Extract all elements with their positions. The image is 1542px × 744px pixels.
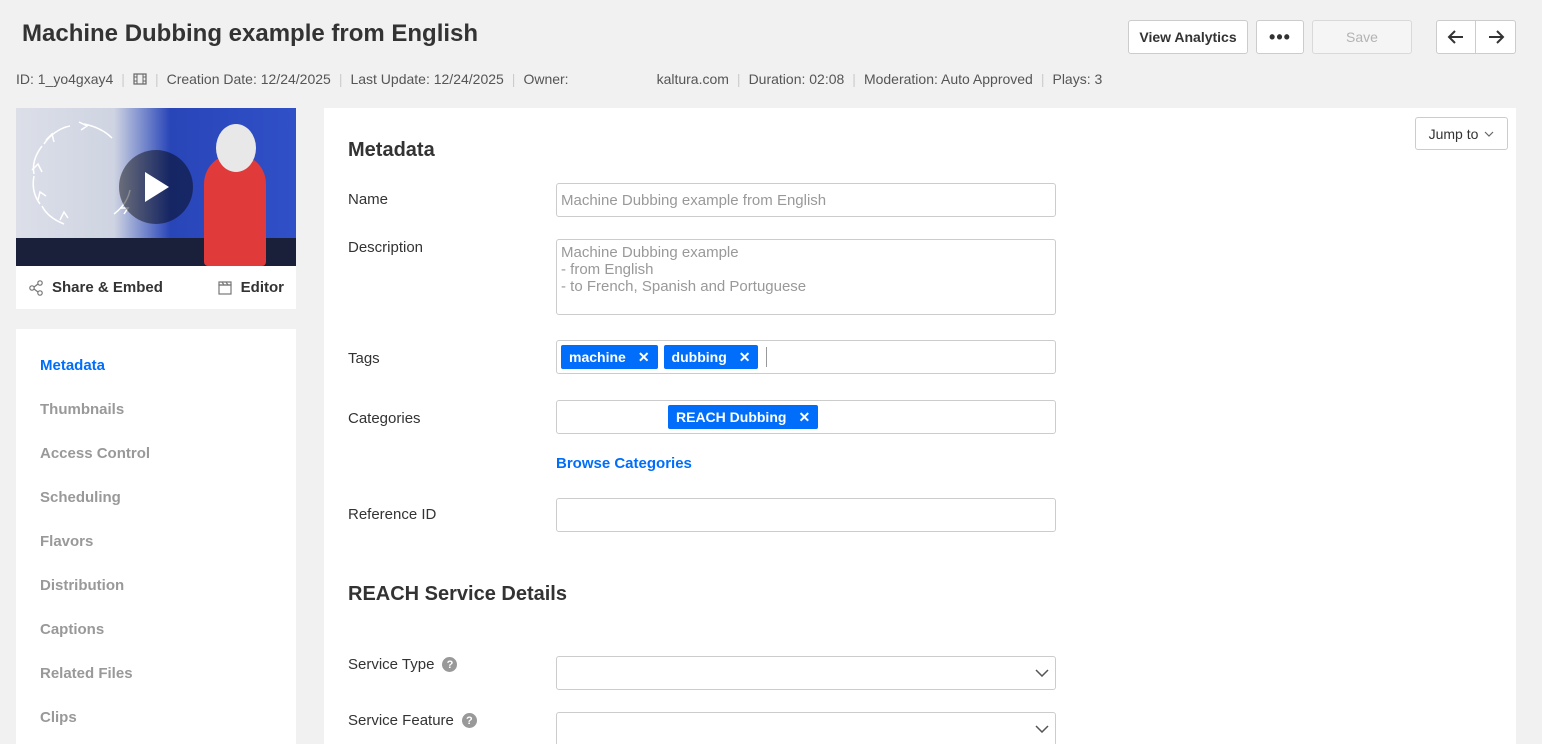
plays-count: Plays: 3 bbox=[1052, 71, 1103, 87]
name-label: Name bbox=[348, 191, 389, 208]
share-embed-label: Share & Embed bbox=[52, 279, 163, 296]
arrow-right-icon bbox=[1488, 30, 1504, 44]
header-actions: View Analytics ••• Save bbox=[1128, 20, 1516, 54]
sidebar-item-scheduling[interactable]: Scheduling bbox=[16, 475, 296, 519]
categories-input[interactable]: REACH Dubbing ✕ bbox=[556, 400, 1056, 434]
more-actions-button[interactable]: ••• bbox=[1256, 20, 1304, 54]
moderation-status: Moderation: Auto Approved bbox=[863, 71, 1033, 87]
browse-categories-link[interactable]: Browse Categories bbox=[556, 455, 692, 472]
previous-entry-button[interactable] bbox=[1436, 20, 1476, 54]
service-feature-text: Service Feature bbox=[348, 712, 454, 729]
sidebar-item-captions[interactable]: Captions bbox=[16, 607, 296, 651]
duration: Duration: 02:08 bbox=[748, 71, 845, 87]
share-icon bbox=[29, 279, 43, 296]
close-icon[interactable]: ✕ bbox=[638, 349, 650, 366]
entry-meta-line: ID: 1_yo4gxay4 | | Creation Date: 12/24/… bbox=[16, 71, 1103, 87]
tag-chip-label: dubbing bbox=[671, 349, 727, 365]
jump-to-dropdown[interactable]: Jump to bbox=[1415, 117, 1508, 150]
tags-input[interactable]: machine ✕ dubbing ✕ bbox=[556, 340, 1056, 374]
chevron-down-icon bbox=[1035, 669, 1049, 677]
help-icon[interactable]: ? bbox=[461, 713, 477, 728]
chevron-down-icon bbox=[1035, 725, 1049, 733]
help-icon[interactable]: ? bbox=[442, 657, 458, 672]
editor-label: Editor bbox=[240, 279, 284, 296]
section-nav: Metadata Thumbnails Access Control Sched… bbox=[16, 329, 296, 744]
metadata-heading: Metadata bbox=[348, 139, 435, 161]
service-feature-label: Service Feature ? bbox=[348, 712, 477, 729]
owner-label: Owner: bbox=[523, 71, 569, 87]
owner-domain: kaltura.com bbox=[656, 71, 729, 87]
service-type-select[interactable] bbox=[556, 656, 1056, 690]
editor-button[interactable]: Editor bbox=[217, 279, 284, 296]
close-icon[interactable]: ✕ bbox=[739, 349, 751, 366]
reference-id-input[interactable] bbox=[556, 498, 1056, 532]
sidebar-item-access-control[interactable]: Access Control bbox=[16, 431, 296, 475]
entry-id: ID: 1_yo4gxay4 bbox=[16, 71, 114, 87]
close-icon[interactable]: ✕ bbox=[798, 409, 810, 426]
sidebar-item-clips[interactable]: Clips bbox=[16, 695, 296, 739]
video-film-icon bbox=[133, 73, 147, 85]
sidebar-item-metadata[interactable]: Metadata bbox=[16, 343, 296, 387]
play-icon bbox=[145, 172, 169, 202]
entry-navigation bbox=[1436, 20, 1516, 54]
service-type-text: Service Type bbox=[348, 656, 435, 673]
arrow-left-icon bbox=[1447, 30, 1463, 44]
page-title: Machine Dubbing example from English bbox=[22, 20, 479, 47]
description-textarea[interactable]: Machine Dubbing example - from English -… bbox=[556, 239, 1056, 315]
view-analytics-button[interactable]: View Analytics bbox=[1128, 20, 1248, 54]
play-button[interactable] bbox=[119, 150, 193, 224]
categories-label: Categories bbox=[348, 410, 421, 427]
tag-chip-label: machine bbox=[569, 349, 626, 365]
creation-date: Creation Date: 12/24/2025 bbox=[166, 71, 331, 87]
tags-label: Tags bbox=[348, 350, 380, 367]
reach-heading: REACH Service Details bbox=[348, 583, 567, 605]
service-feature-select[interactable] bbox=[556, 712, 1056, 744]
video-thumbnail[interactable] bbox=[16, 108, 296, 266]
sidebar-item-distribution[interactable]: Distribution bbox=[16, 563, 296, 607]
share-embed-button[interactable]: Share & Embed bbox=[28, 279, 163, 296]
sidebar-item-thumbnails[interactable]: Thumbnails bbox=[16, 387, 296, 431]
service-type-label: Service Type ? bbox=[348, 656, 458, 673]
next-entry-button[interactable] bbox=[1476, 20, 1516, 54]
sidebar-item-flavors[interactable]: Flavors bbox=[16, 519, 296, 563]
chevron-down-icon bbox=[1484, 131, 1494, 137]
tag-chip: machine ✕ bbox=[561, 345, 658, 369]
category-chip: REACH Dubbing ✕ bbox=[668, 405, 819, 429]
name-input[interactable]: Machine Dubbing example from English bbox=[556, 183, 1056, 217]
tag-chip: dubbing ✕ bbox=[663, 345, 759, 369]
description-label: Description bbox=[348, 239, 424, 256]
reference-id-label: Reference ID bbox=[348, 506, 437, 523]
category-chip-label: REACH Dubbing bbox=[676, 409, 787, 425]
jump-to-label: Jump to bbox=[1428, 125, 1479, 142]
metadata-panel: Jump to Metadata Name Machine Dubbing ex… bbox=[324, 108, 1516, 744]
save-button[interactable]: Save bbox=[1312, 20, 1412, 54]
last-update: Last Update: 12/24/2025 bbox=[350, 71, 504, 87]
player-actions: Share & Embed Editor bbox=[16, 266, 296, 309]
clapperboard-icon bbox=[218, 280, 232, 295]
sidebar-item-related-files[interactable]: Related Files bbox=[16, 651, 296, 695]
